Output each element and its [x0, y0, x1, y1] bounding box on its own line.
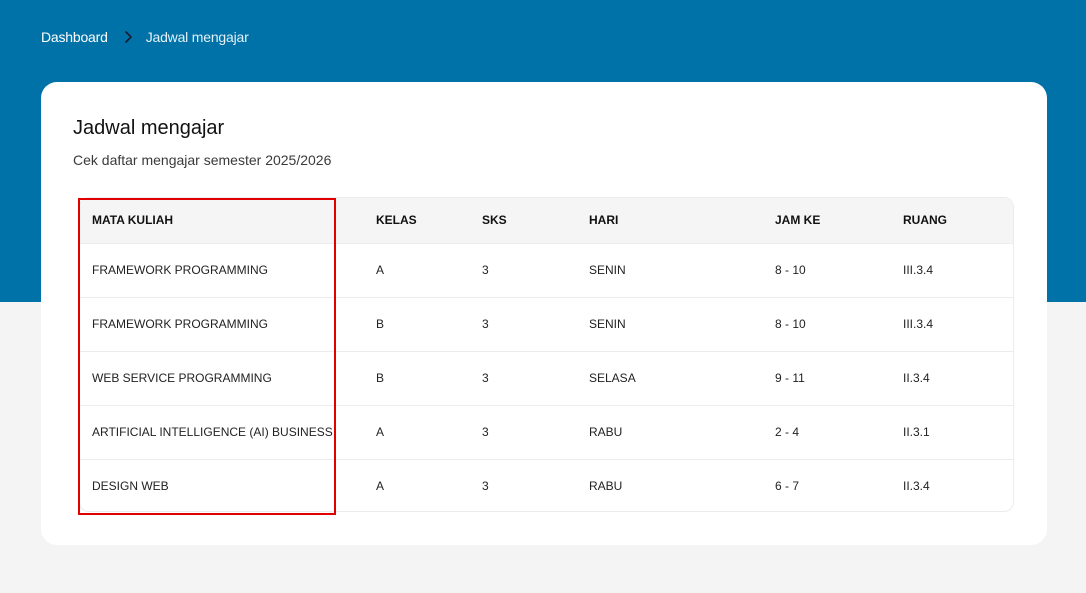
cell-mata-kuliah: FRAMEWORK PROGRAMMING [92, 263, 268, 277]
cell-hari: RABU [589, 425, 623, 439]
cell-ruang: III.3.4 [903, 317, 934, 331]
column-header-hari: HARI [589, 213, 619, 228]
cell-mata-kuliah: FRAMEWORK PROGRAMMING [92, 317, 268, 331]
column-header-jam-ke: JAM KE [775, 213, 821, 228]
cell-ruang: II.3.4 [903, 371, 930, 385]
table-row: WEB SERVICE PROGRAMMING B 3 SELASA 9 - 1… [80, 351, 1013, 405]
table-row: FRAMEWORK PROGRAMMING B 3 SENIN 8 - 10 I… [80, 297, 1013, 351]
column-header-sks: SKS [482, 213, 507, 228]
page-subtitle: Cek daftar mengajar semester 2025/2026 [73, 152, 332, 168]
cell-sks: 3 [482, 479, 489, 494]
chevron-right-icon [124, 31, 132, 43]
cell-hari: SELASA [589, 371, 636, 385]
page-title: Jadwal mengajar [73, 117, 225, 139]
cell-sks: 3 [482, 263, 489, 277]
cell-jam-ke: 6 - 7 [775, 479, 800, 494]
table-row: DESIGN WEB A 3 RABU 6 - 7 II.3.4 [80, 459, 1013, 511]
cell-mata-kuliah: ARTIFICIAL INTELLIGENCE (AI) BUSINESS [92, 425, 333, 439]
cell-hari: RABU [589, 479, 623, 494]
cell-ruang: II.3.1 [903, 425, 930, 439]
cell-hari: SENIN [589, 263, 626, 277]
cell-kelas: A [376, 425, 385, 439]
cell-hari: SENIN [589, 317, 626, 331]
schedule-table: MATA KULIAH KELAS SKS HARI JAM KE RUANG … [80, 198, 1013, 511]
cell-jam-ke: 2 - 4 [775, 425, 800, 439]
cell-ruang: II.3.4 [903, 479, 930, 494]
cell-kelas: A [376, 263, 385, 277]
cell-kelas: B [376, 371, 385, 385]
breadcrumb-dashboard-link[interactable]: Dashboard [41, 29, 108, 45]
cell-kelas: A [376, 479, 385, 494]
breadcrumb-current: Jadwal mengajar [145, 29, 249, 45]
cell-sks: 3 [482, 371, 489, 385]
table-row: FRAMEWORK PROGRAMMING A 3 SENIN 8 - 10 I… [80, 243, 1013, 297]
table-row: ARTIFICIAL INTELLIGENCE (AI) BUSINESS A … [80, 405, 1013, 459]
table-header-row: MATA KULIAH KELAS SKS HARI JAM KE RUANG [80, 198, 1013, 243]
cell-mata-kuliah: WEB SERVICE PROGRAMMING [92, 371, 272, 385]
cell-jam-ke: 8 - 10 [775, 317, 806, 331]
column-header-ruang: RUANG [903, 213, 947, 228]
cell-jam-ke: 9 - 11 [775, 371, 805, 385]
column-header-mata-kuliah: MATA KULIAH [92, 213, 174, 228]
schedule-table-container: MATA KULIAH KELAS SKS HARI JAM KE RUANG … [79, 197, 1014, 512]
cell-ruang: III.3.4 [903, 263, 934, 277]
schedule-card: Jadwal mengajar Cek daftar mengajar seme… [41, 82, 1047, 545]
cell-sks: 3 [482, 317, 489, 331]
breadcrumb: Dashboard Jadwal mengajar [41, 29, 249, 45]
column-header-kelas: KELAS [376, 213, 417, 228]
cell-sks: 3 [482, 425, 489, 439]
cell-jam-ke: 8 - 10 [775, 263, 806, 277]
cell-kelas: B [376, 317, 385, 331]
cell-mata-kuliah: DESIGN WEB [92, 479, 169, 494]
